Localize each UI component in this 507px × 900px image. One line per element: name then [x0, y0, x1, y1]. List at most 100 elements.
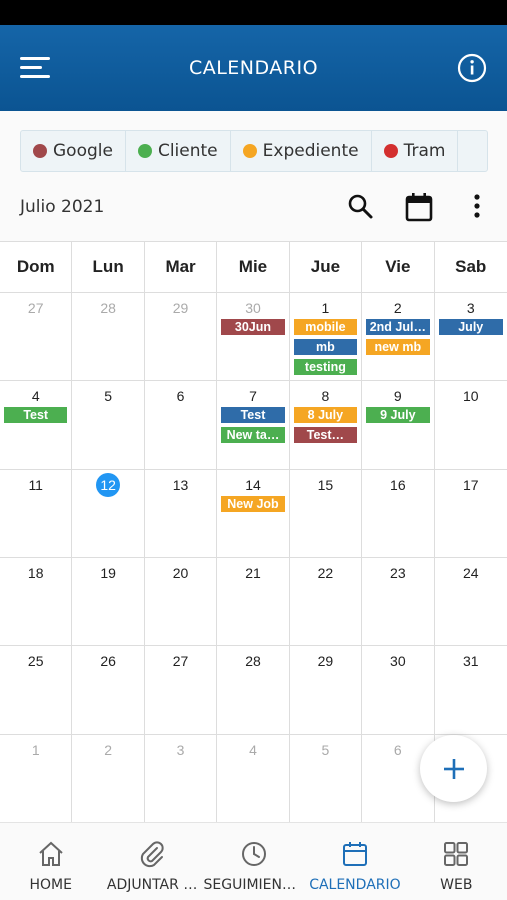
day-cell[interactable]: 10	[435, 381, 507, 468]
filter-chip-expediente[interactable]: Expediente	[231, 131, 372, 171]
day-cell[interactable]: 21	[217, 557, 290, 646]
week-row: 25 26 27 28 29 30 31	[0, 646, 507, 735]
day-cell[interactable]: 19	[72, 557, 145, 646]
day-number: 10	[462, 388, 479, 405]
event-chip[interactable]: Test…	[293, 427, 358, 444]
day-cell[interactable]: 9 9 July	[362, 381, 435, 469]
day-number: 18	[27, 564, 44, 581]
day-cell[interactable]: 16	[362, 469, 435, 557]
day-cell[interactable]: 30 30Jun	[217, 293, 290, 381]
day-number: 19	[100, 564, 116, 581]
weekday-label: Mie	[217, 242, 290, 292]
day-cell[interactable]: 30	[362, 646, 435, 734]
day-cell[interactable]: 1	[0, 734, 73, 823]
day-cell[interactable]: 8 8 July Test…	[290, 381, 363, 469]
day-cell[interactable]: 2	[72, 734, 145, 823]
nav-label: ADJUNTAR …	[106, 877, 198, 893]
nav-item-grid[interactable]: WEB	[406, 823, 507, 900]
day-cell[interactable]: 31	[435, 646, 507, 733]
nav-item-paperclip[interactable]: ADJUNTAR …	[101, 823, 202, 900]
day-cell[interactable]: 4 Test	[0, 381, 73, 469]
day-cell[interactable]: 28	[217, 646, 290, 734]
day-cell[interactable]: 14 New Job	[217, 469, 290, 557]
week-row: 27 28 29 30 30Jun 1 mobile mb testing 2 2nd Jul… ne…	[0, 293, 507, 382]
day-number: 1	[321, 300, 330, 316]
event-chip[interactable]: New ta…	[221, 427, 285, 444]
day-cell[interactable]: 11	[0, 469, 73, 557]
nav-item-clock[interactable]: SEGUIMIENT…	[203, 823, 304, 900]
day-cell[interactable]: 1 mobile mb testing	[290, 293, 363, 381]
day-cell[interactable]: 2 2nd Jul… new mb	[362, 293, 435, 381]
day-cell[interactable]: 6	[145, 381, 218, 469]
color-dot-icon	[33, 144, 47, 158]
filter-chip-tram[interactable]: Tram	[372, 131, 459, 171]
color-dot-icon	[137, 144, 152, 158]
day-number: 31	[462, 653, 479, 670]
day-cell[interactable]: 20	[145, 557, 218, 646]
day-cell[interactable]: 4	[217, 734, 290, 823]
day-events: Test New ta…	[217, 407, 288, 444]
status-bar	[0, 0, 507, 25]
day-cell[interactable]: 27	[145, 646, 218, 734]
event-chip[interactable]: Test	[221, 407, 285, 424]
calendar-view-icon[interactable]	[405, 192, 433, 222]
calendar-icon	[342, 842, 367, 866]
nav-label: SEGUIMIENT…	[203, 877, 304, 893]
day-number: 7	[249, 388, 257, 405]
weekday-label: Dom	[0, 242, 73, 292]
day-number: 11	[28, 476, 43, 493]
day-cell[interactable]: 7 Test New ta…	[217, 381, 290, 469]
day-cell[interactable]: 3	[145, 734, 218, 823]
add-event-button[interactable]	[420, 735, 487, 802]
day-number: 5	[104, 388, 113, 405]
day-cell[interactable]: 29	[145, 293, 218, 381]
weekday-label: Jue	[290, 242, 363, 292]
day-cell[interactable]: 25	[0, 646, 73, 734]
filter-chip-cliente[interactable]: Cliente	[126, 131, 231, 171]
page-title: CALENDARIO	[188, 57, 319, 79]
nav-item-calendar[interactable]: CALENDARIO	[304, 823, 405, 900]
filter-chip-google[interactable]: Google	[21, 131, 126, 171]
info-icon[interactable]	[457, 53, 487, 83]
day-number: 6	[176, 388, 185, 405]
event-chip[interactable]: mb	[293, 339, 358, 355]
day-cell[interactable]: 29	[290, 646, 363, 734]
search-icon[interactable]	[346, 192, 374, 220]
day-cell[interactable]: 27	[0, 293, 73, 381]
nav-item-home[interactable]: HOME	[0, 823, 101, 900]
day-cell[interactable]: 23	[362, 557, 435, 646]
more-vert-icon[interactable]	[466, 192, 488, 220]
event-chip[interactable]: 8 July	[293, 407, 358, 424]
event-chip[interactable]: 9 July	[366, 407, 430, 424]
event-chip[interactable]: 2nd Jul…	[366, 319, 430, 335]
day-events: July	[435, 319, 507, 335]
day-number: 3	[466, 300, 475, 316]
day-number: 8	[321, 388, 330, 405]
bottom-nav: HOME ADJUNTAR … SEGUIMIENT… CALENDARIO WEB	[0, 822, 507, 900]
day-number: 24	[462, 564, 479, 581]
day-cell[interactable]: 26	[72, 646, 145, 734]
day-cell[interactable]: 22	[290, 557, 363, 646]
day-cell[interactable]: 24	[435, 558, 507, 645]
event-chip[interactable]: New Job	[221, 495, 285, 512]
event-chip[interactable]: 30Jun	[221, 319, 285, 335]
day-cell[interactable]: 5	[290, 734, 363, 823]
day-cell[interactable]: 13	[145, 469, 218, 557]
day-number: 29	[317, 653, 334, 670]
menu-icon[interactable]	[20, 57, 50, 79]
day-number: 16	[390, 476, 406, 493]
event-chip[interactable]: mobile	[293, 319, 358, 335]
day-cell[interactable]: 15	[290, 469, 363, 557]
event-chip[interactable]: testing	[293, 359, 358, 375]
day-cell[interactable]: 17	[435, 470, 507, 557]
day-number: 15	[317, 476, 334, 493]
day-cell[interactable]: 3 July	[435, 293, 507, 380]
event-chip[interactable]: July	[438, 319, 503, 335]
day-cell[interactable]: 5	[72, 381, 145, 469]
day-cell[interactable]: 28	[72, 293, 145, 381]
day-cell-today[interactable]: 12	[72, 469, 145, 557]
event-chip[interactable]: Test	[4, 407, 68, 424]
weekday-label: Mar	[145, 242, 218, 292]
event-chip[interactable]: new mb	[366, 339, 430, 355]
day-cell[interactable]: 18	[0, 557, 73, 646]
